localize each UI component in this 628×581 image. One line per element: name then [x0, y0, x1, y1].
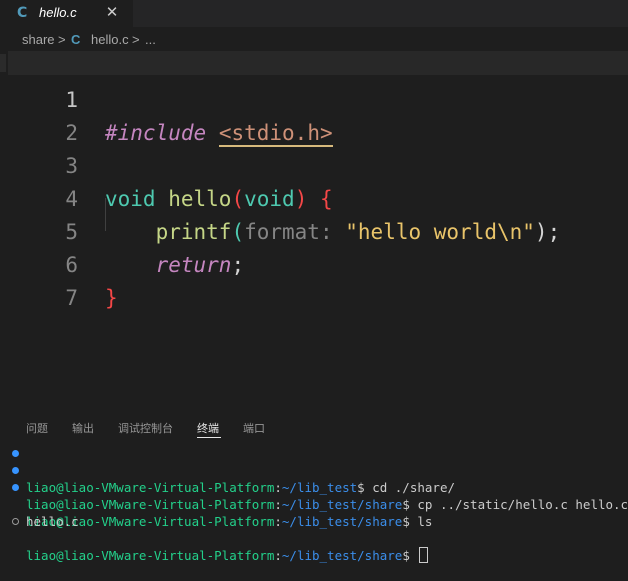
editor-tab-hello-c[interactable]: C hello.c ✕ [0, 0, 133, 27]
tab-label: hello.c [39, 5, 77, 20]
terminal-cursor[interactable] [419, 547, 429, 563]
command-text: $ [402, 548, 418, 563]
terminal-line: liao@liao-VMware-Virtual-Platform:~/lib_… [0, 479, 628, 529]
c-file-icon: C [71, 32, 81, 47]
terminal-line: hello.c [0, 496, 628, 529]
code-line-7: 7 [0, 249, 628, 310]
active-tab-indicator [197, 437, 221, 438]
tab-debug-console[interactable]: 调试控制台 [118, 420, 173, 436]
tab-ports[interactable]: 端口 [243, 420, 265, 436]
command-success-icon [12, 484, 19, 491]
breadcrumb-file[interactable]: hello.c [91, 32, 129, 47]
breadcrumb-more[interactable]: ... [145, 32, 156, 47]
prompt-user: liao@liao-VMware-Virtual-Platform [26, 548, 275, 563]
terminal-line: liao@liao-VMware-Virtual-Platform:~/lib_… [0, 445, 628, 495]
line-number: 7 [65, 286, 78, 310]
command-pending-icon [12, 518, 19, 525]
tab-output[interactable]: 输出 [72, 420, 94, 436]
code-line-2: 2 [0, 84, 628, 145]
breadcrumb-folder[interactable]: share [22, 32, 55, 47]
command-success-icon [12, 450, 19, 457]
code-line-3: 3 void hello(void) { [0, 117, 628, 211]
c-file-icon: C [17, 5, 28, 21]
code-line-1: 1 #include <stdio.h> [0, 51, 628, 147]
close-brace: } [105, 286, 118, 310]
tab-bar: C hello.c ✕ [0, 0, 628, 27]
terminal-line: liao@liao-VMware-Virtual-Platform:~/lib_… [0, 513, 628, 563]
chevron-right-icon: > [58, 32, 66, 47]
tab-problems[interactable]: 问题 [26, 420, 48, 436]
close-icon[interactable]: ✕ [104, 2, 120, 22]
code-line-5: 5 return; [0, 183, 628, 277]
code-editor[interactable]: 1 #include <stdio.h> 2 3 void hello(void… [0, 51, 628, 411]
breadcrumb: share > C hello.c > ... [0, 27, 628, 51]
panel-tab-bar: 问题 输出 调试控制台 终端 端口 [0, 411, 628, 441]
chevron-right-icon: > [132, 32, 140, 47]
terminal[interactable]: liao@liao-VMware-Virtual-Platform:~/lib_… [0, 443, 628, 563]
code-line-4: 4 printf(format: "hello world\n"); [0, 150, 628, 244]
command-success-icon [12, 467, 19, 474]
code-line-6: 6 } [0, 216, 628, 310]
terminal-line: liao@liao-VMware-Virtual-Platform:~/lib_… [0, 462, 628, 512]
prompt-path: ~/lib_test/share [281, 548, 403, 563]
tab-terminal[interactable]: 终端 [197, 420, 219, 436]
